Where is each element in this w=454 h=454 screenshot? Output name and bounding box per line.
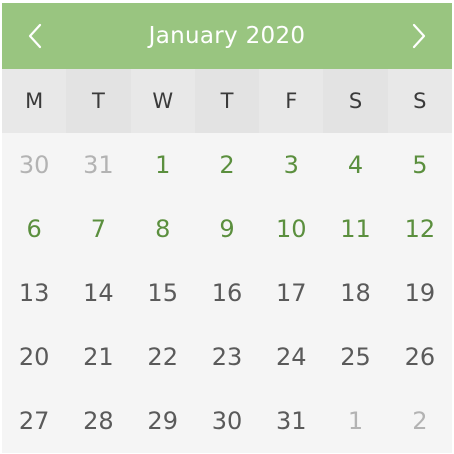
weekday-thursday: T xyxy=(194,69,260,133)
prev-month-button[interactable] xyxy=(2,3,68,69)
day-cell[interactable]: 18 xyxy=(323,261,387,325)
day-cell[interactable]: 27 xyxy=(2,389,66,453)
day-cell-other-month[interactable]: 31 xyxy=(66,133,130,197)
day-cell-other-month[interactable]: 1 xyxy=(323,389,387,453)
day-cell[interactable]: 20 xyxy=(2,325,66,389)
month-title: January 2020 xyxy=(148,23,306,49)
day-cell[interactable]: 16 xyxy=(195,261,259,325)
weekday-sunday: S xyxy=(413,89,427,113)
day-cell[interactable]: 12 xyxy=(388,197,452,261)
chevron-left-icon xyxy=(28,23,42,49)
day-cell[interactable]: 3 xyxy=(259,133,323,197)
day-cell[interactable]: 25 xyxy=(323,325,387,389)
weekday-wednesday: W xyxy=(152,89,174,113)
next-month-button[interactable] xyxy=(386,3,452,69)
weekday-saturday: S xyxy=(323,69,388,133)
day-cell[interactable]: 26 xyxy=(388,325,452,389)
chevron-right-icon xyxy=(412,23,426,49)
day-cell[interactable]: 19 xyxy=(388,261,452,325)
weekday-monday: M xyxy=(25,89,44,113)
day-cell[interactable]: 31 xyxy=(259,389,323,453)
weekday-friday: F xyxy=(285,89,298,113)
day-cell[interactable]: 5 xyxy=(388,133,452,197)
day-cell[interactable]: 15 xyxy=(131,261,195,325)
day-cell[interactable]: 9 xyxy=(195,197,259,261)
day-cell[interactable]: 14 xyxy=(66,261,130,325)
calendar: January 2020 M T W T F S S 30 31 1 2 3 4 5 6 7 8 9… xyxy=(2,3,452,453)
day-cell[interactable]: 30 xyxy=(195,389,259,453)
day-cell[interactable]: 28 xyxy=(66,389,130,453)
day-cell[interactable]: 24 xyxy=(259,325,323,389)
day-cell[interactable]: 13 xyxy=(2,261,66,325)
day-cell[interactable]: 23 xyxy=(195,325,259,389)
day-cell[interactable]: 6 xyxy=(2,197,66,261)
day-cell[interactable]: 21 xyxy=(66,325,130,389)
weekday-row: M T W T F S S xyxy=(2,69,452,133)
day-cell[interactable]: 11 xyxy=(323,197,387,261)
day-cell-other-month[interactable]: 30 xyxy=(2,133,66,197)
calendar-header: January 2020 xyxy=(2,3,452,69)
day-cell[interactable]: 8 xyxy=(131,197,195,261)
day-cell[interactable]: 17 xyxy=(259,261,323,325)
day-cell[interactable]: 7 xyxy=(66,197,130,261)
day-cell[interactable]: 2 xyxy=(195,133,259,197)
day-cell[interactable]: 4 xyxy=(323,133,387,197)
day-cell[interactable]: 1 xyxy=(131,133,195,197)
day-cell[interactable]: 10 xyxy=(259,197,323,261)
day-cell-other-month[interactable]: 2 xyxy=(388,389,452,453)
day-cell[interactable]: 29 xyxy=(131,389,195,453)
day-cell[interactable]: 22 xyxy=(131,325,195,389)
weekday-tuesday: T xyxy=(66,69,131,133)
day-grid: 30 31 1 2 3 4 5 6 7 8 9 10 11 12 13 14 15 16 17 18 19 20 21 22 2… xyxy=(2,133,452,453)
